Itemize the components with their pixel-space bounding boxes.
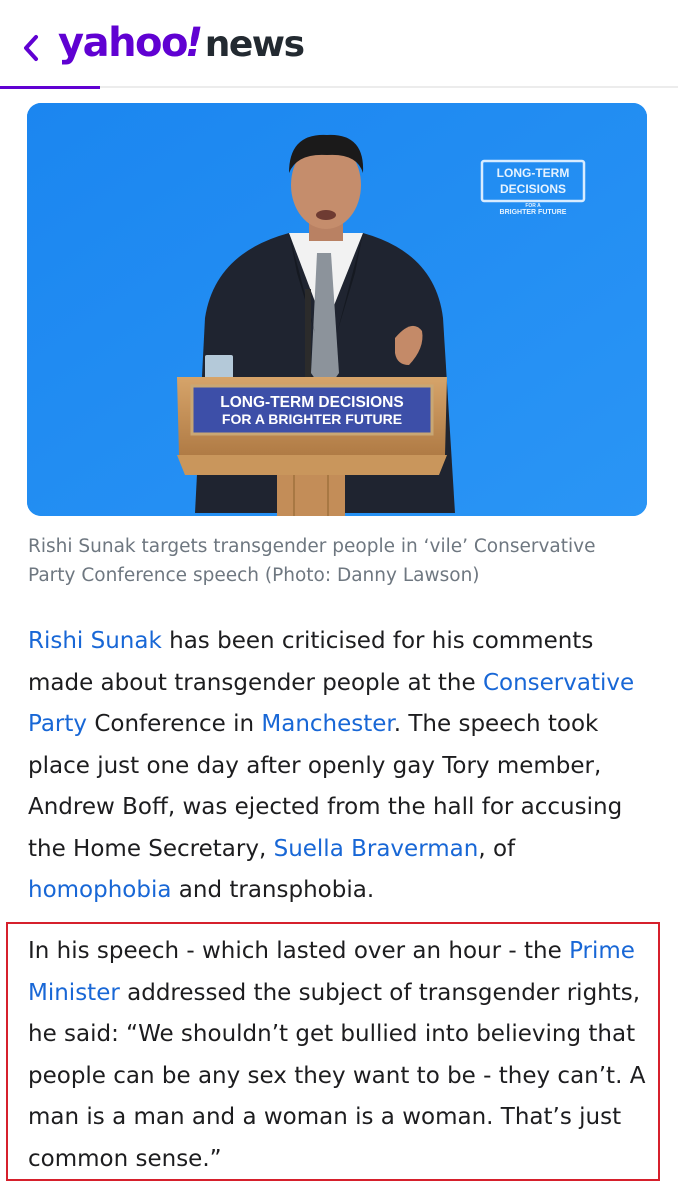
hero-photo-illustration: LONG-TERM DECISIONS FOR A BRIGHTER FUTUR… (27, 103, 647, 516)
article-paragraph-1: Rishi Sunak has been criticised for his … (28, 621, 648, 912)
link-homophobia[interactable]: homophobia (28, 877, 171, 903)
header-active-indicator (0, 86, 100, 89)
logo-bang-text: ! (185, 20, 203, 66)
paragraph-2-text-b: addressed the subject of transgender rig… (28, 979, 646, 1172)
app-header: yahoo! news (0, 0, 678, 90)
back-button[interactable] (14, 26, 48, 70)
svg-text:DECISIONS: DECISIONS (500, 182, 566, 196)
link-rishi-sunak[interactable]: Rishi Sunak (28, 628, 162, 654)
paragraph-2-text-a: In his speech - which lasted over an hou… (28, 938, 570, 964)
logo-yahoo-text: yahoo (58, 20, 189, 66)
header-divider (0, 86, 678, 88)
yahoo-news-logo[interactable]: yahoo! news (58, 20, 305, 70)
link-suella-braverman[interactable]: Suella Braverman (274, 836, 479, 862)
svg-text:BRIGHTER FUTURE: BRIGHTER FUTURE (500, 209, 567, 216)
article-hero-image[interactable]: LONG-TERM DECISIONS FOR A BRIGHTER FUTUR… (27, 103, 647, 516)
chevron-left-icon (24, 35, 38, 61)
svg-text:LONG-TERM: LONG-TERM (497, 166, 570, 180)
image-caption: Rishi Sunak targets transgender people i… (28, 536, 596, 586)
paragraph-1-text-e: and transphobia. (171, 877, 375, 903)
logo-news-text: news (204, 24, 305, 65)
link-manchester[interactable]: Manchester (261, 711, 393, 737)
paragraph-1-text-d: , of (478, 835, 516, 862)
podium-text-line2: FOR A BRIGHTER FUTURE (222, 411, 402, 427)
paragraph-1-text-b: Conference in (87, 711, 262, 737)
podium-text-line1: LONG-TERM DECISIONS (220, 394, 403, 411)
article-paragraph-2: In his speech - which lasted over an hou… (28, 931, 648, 1180)
